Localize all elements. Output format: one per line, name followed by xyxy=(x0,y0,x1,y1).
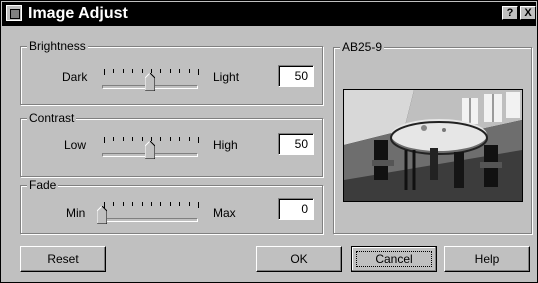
contrast-group: Contrast Low High 50 xyxy=(20,111,323,177)
fade-value-field[interactable]: 0 xyxy=(278,198,314,220)
brightness-value: 50 xyxy=(294,69,308,83)
slider-tick xyxy=(142,202,143,206)
slider-tick xyxy=(189,202,190,206)
fade-label: Fade xyxy=(27,178,59,192)
slider-tick xyxy=(170,202,171,206)
slider-tick xyxy=(104,69,105,75)
slider-tick xyxy=(189,69,190,73)
brightness-value-field[interactable]: 50 xyxy=(278,65,314,87)
contrast-label: Contrast xyxy=(27,111,77,125)
image-adjust-dialog: Image Adjust ? X Brightness Dark Light 5… xyxy=(0,0,538,283)
app-icon[interactable] xyxy=(6,5,22,21)
ok-button[interactable]: OK xyxy=(256,246,342,272)
slider-tick xyxy=(160,202,161,206)
fade-slider-track[interactable] xyxy=(102,218,198,222)
contrast-value: 50 xyxy=(294,137,308,151)
ok-button-label: OK xyxy=(290,252,308,266)
brightness-label: Brightness xyxy=(27,39,88,53)
brightness-slider-thumb[interactable] xyxy=(145,73,155,91)
slider-tick xyxy=(132,69,133,73)
contrast-value-field[interactable]: 50 xyxy=(278,133,314,155)
slider-tick xyxy=(142,137,143,141)
slider-tick xyxy=(123,137,124,141)
fade-ticks xyxy=(104,202,199,208)
slider-tick xyxy=(179,69,180,73)
preview-label: AB25-9 xyxy=(340,40,385,54)
dialog-title: Image Adjust xyxy=(28,5,128,22)
contrast-min-label: Low xyxy=(64,138,87,152)
slider-tick xyxy=(132,202,133,206)
fade-slider-thumb[interactable] xyxy=(97,206,107,224)
slider-tick xyxy=(198,202,199,208)
slider-tick xyxy=(113,137,114,141)
slider-tick xyxy=(151,202,152,206)
slider-tick xyxy=(198,69,199,75)
help-button[interactable]: Help xyxy=(444,246,530,272)
focus-rectangle xyxy=(356,251,432,267)
reset-button[interactable]: Reset xyxy=(20,246,106,272)
slider-tick xyxy=(123,69,124,73)
contrast-max-label: High xyxy=(213,138,238,152)
contrast-slider-thumb[interactable] xyxy=(145,141,155,159)
slider-tick xyxy=(104,137,105,143)
title-bar[interactable]: Image Adjust ? X xyxy=(2,2,536,26)
slider-tick xyxy=(123,202,124,206)
help-title-button[interactable]: ? xyxy=(502,6,518,20)
brightness-min-label: Dark xyxy=(62,70,88,84)
cancel-button[interactable]: Cancel xyxy=(351,246,437,272)
slider-tick xyxy=(160,69,161,73)
slider-tick xyxy=(142,69,143,73)
close-title-button[interactable]: X xyxy=(520,6,536,20)
slider-tick xyxy=(189,137,190,141)
slider-tick xyxy=(179,137,180,141)
slider-tick xyxy=(198,137,199,143)
fade-value: 0 xyxy=(301,202,308,216)
preview-image xyxy=(343,89,523,202)
fade-min-label: Min xyxy=(66,206,86,220)
slider-tick xyxy=(179,202,180,206)
slider-tick xyxy=(170,69,171,73)
reset-button-label: Reset xyxy=(47,252,79,266)
brightness-group: Brightness Dark Light 50 xyxy=(20,39,323,105)
preview-group: AB25-9 xyxy=(333,40,532,234)
fade-group: Fade Min Max 0 xyxy=(20,178,323,234)
slider-tick xyxy=(170,137,171,141)
slider-tick xyxy=(160,137,161,141)
slider-tick xyxy=(132,137,133,141)
slider-tick xyxy=(113,202,114,206)
slider-tick xyxy=(113,69,114,73)
brightness-max-label: Light xyxy=(213,70,240,84)
fade-max-label: Max xyxy=(213,206,236,220)
help-button-label: Help xyxy=(474,252,500,266)
